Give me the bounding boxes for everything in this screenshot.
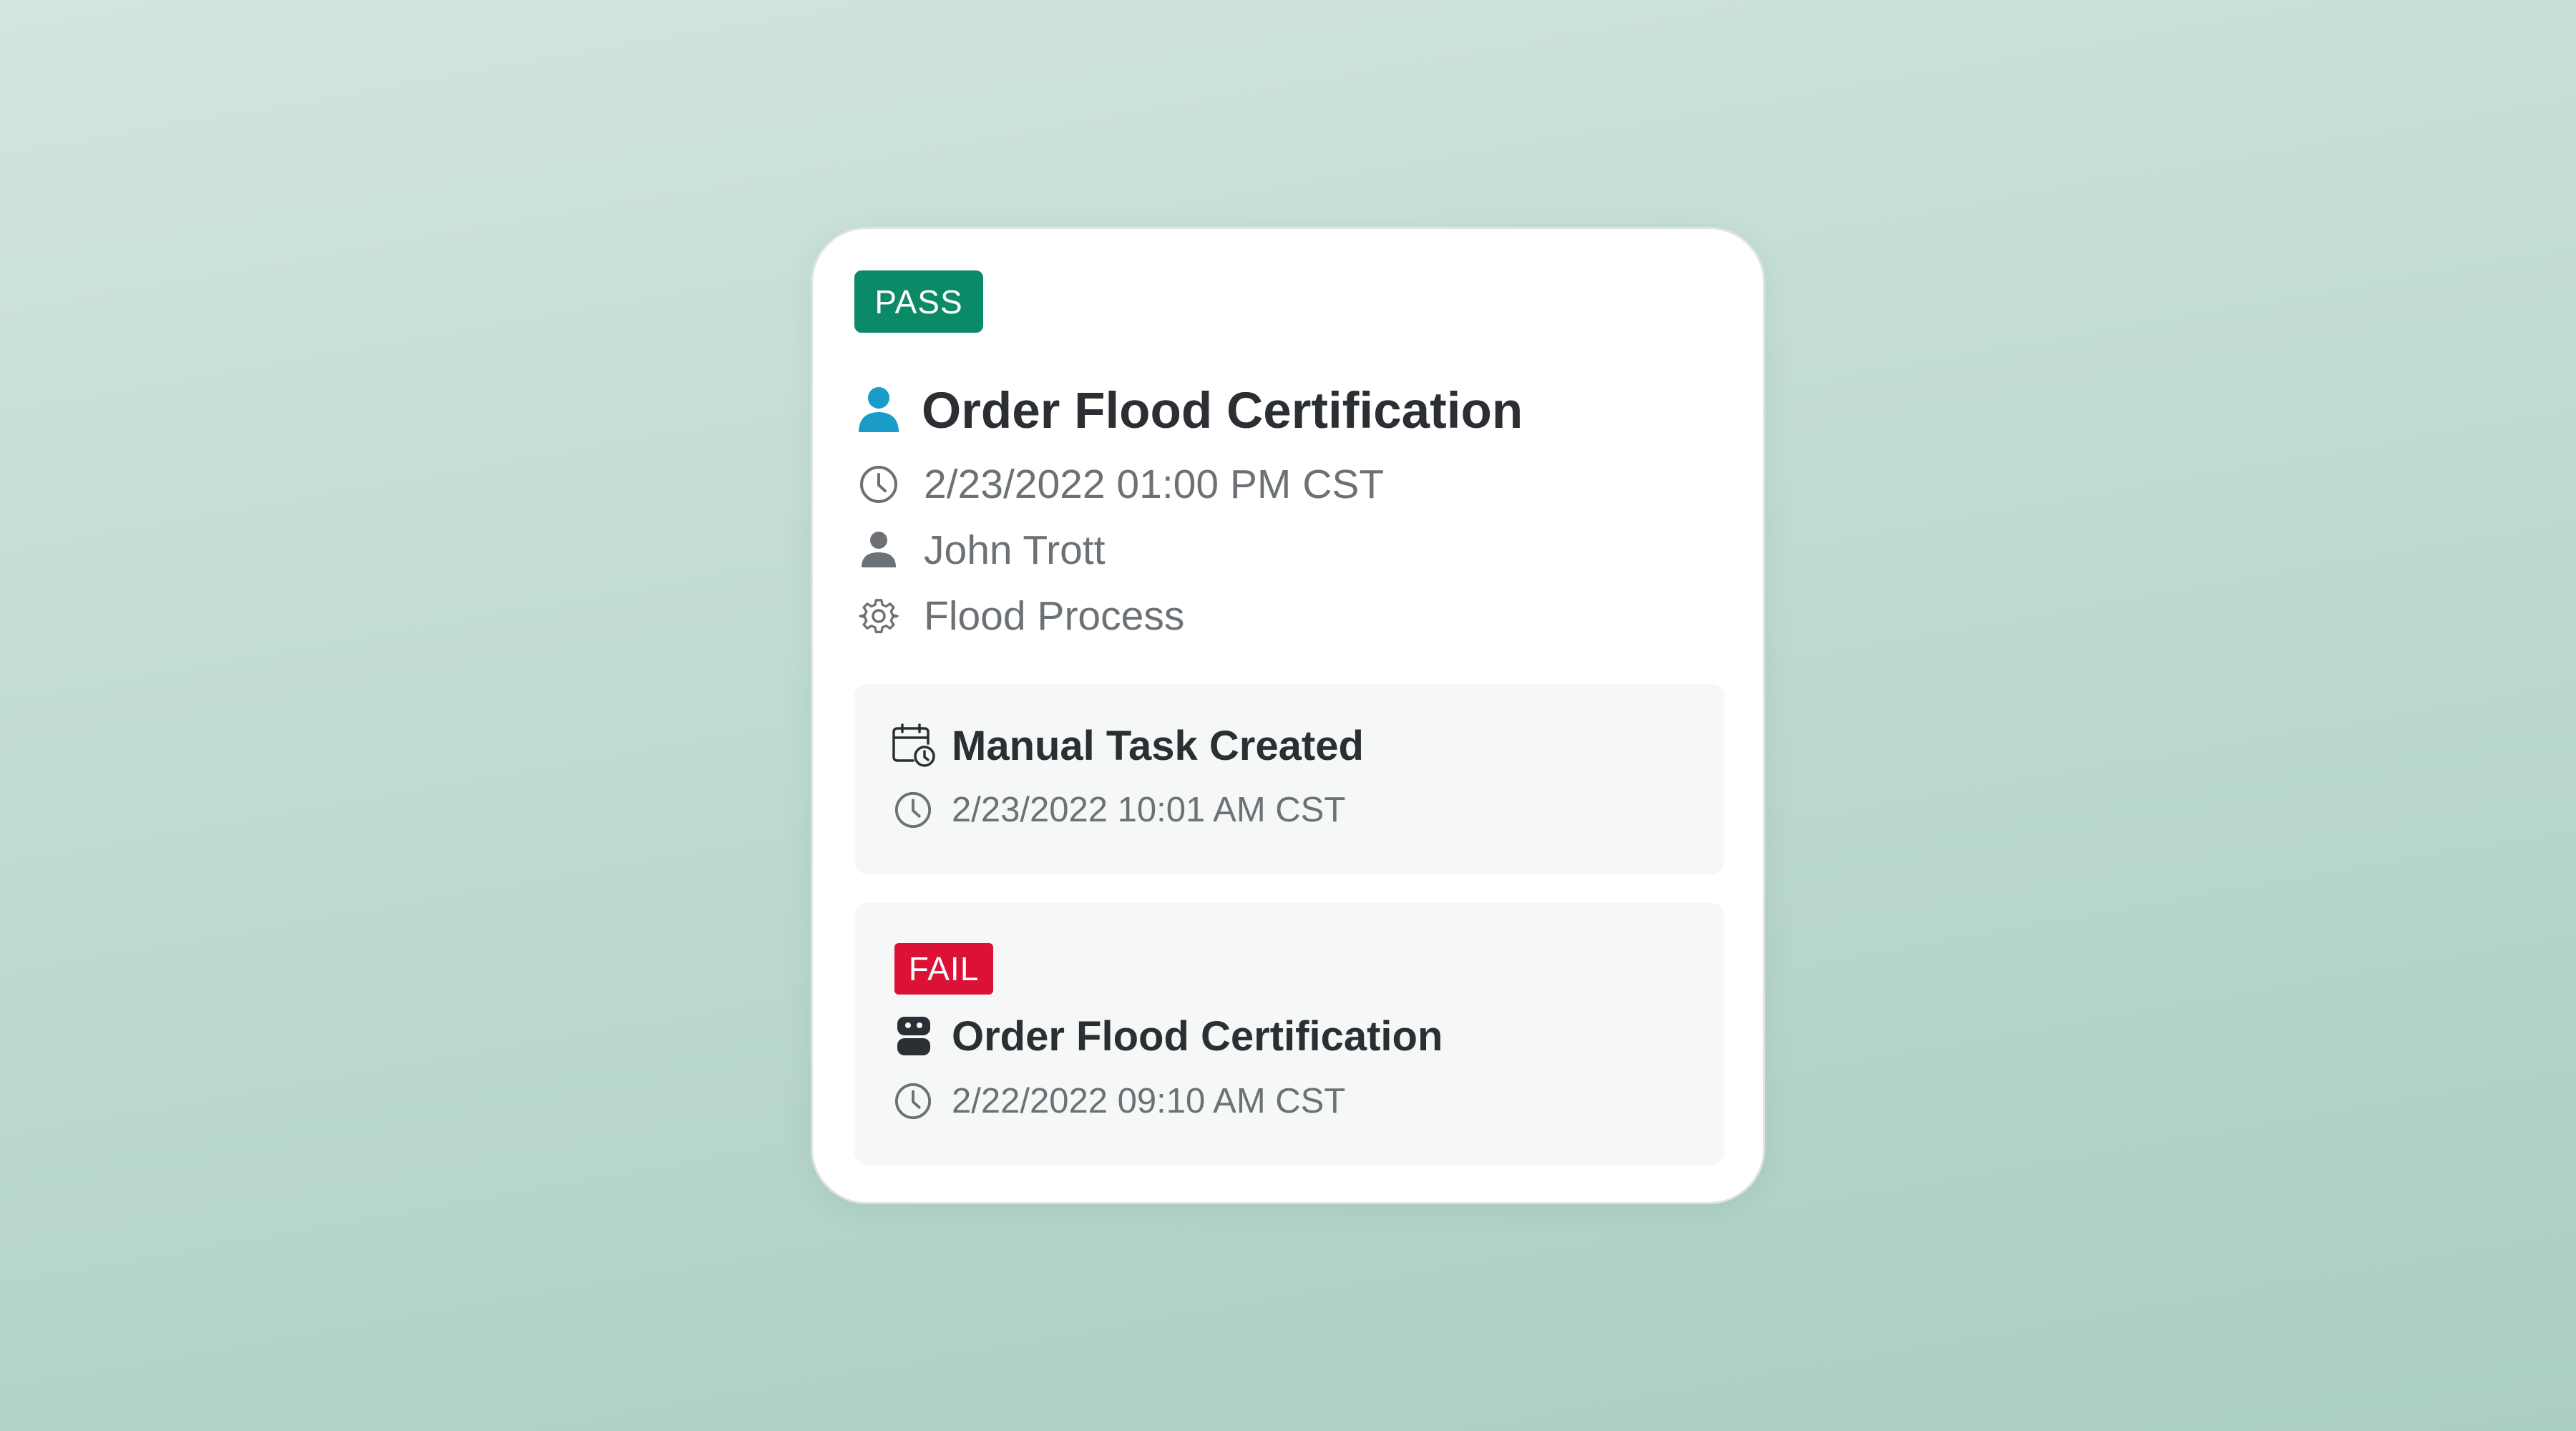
event-title-row: Order Flood Certification [892, 1009, 1443, 1063]
person-icon [857, 529, 900, 572]
event-title: Manual Task Created [952, 722, 1364, 769]
event-card-manual-task[interactable]: Manual Task Created 2/23/2022 10:01 AM C… [854, 684, 1724, 874]
clock-icon [857, 463, 900, 506]
event-card-order-flood[interactable]: FAIL Order Flood Certification 2/22/2022… [854, 903, 1724, 1165]
gear-icon [857, 595, 900, 638]
calendar-clock-icon [892, 722, 936, 769]
event-datetime: 2/22/2022 09:10 AM CST [952, 1082, 1346, 1120]
event-datetime: 2/23/2022 10:01 AM CST [952, 791, 1346, 829]
task-process: Flood Process [924, 593, 1185, 639]
event-datetime-row: 2/22/2022 09:10 AM CST [892, 1078, 1345, 1124]
robot-icon [892, 1012, 936, 1060]
task-datetime-row: 2/23/2022 01:00 PM CST [857, 459, 1384, 509]
status-badge-fail: FAIL [894, 943, 993, 995]
task-datetime: 2/23/2022 01:00 PM CST [924, 461, 1385, 507]
event-title-row: Manual Task Created [892, 718, 1364, 773]
status-badge-pass: PASS [854, 270, 983, 333]
task-title-row: Order Flood Certification [857, 378, 1523, 444]
task-process-row: Flood Process [857, 591, 1184, 641]
task-assignee: John Trott [924, 527, 1106, 573]
clock-icon [892, 788, 935, 831]
event-datetime-row: 2/23/2022 10:01 AM CST [892, 787, 1345, 833]
clock-icon [892, 1080, 935, 1123]
task-assignee-row: John Trott [857, 525, 1105, 575]
task-title: Order Flood Certification [922, 382, 1523, 439]
event-title: Order Flood Certification [952, 1012, 1443, 1060]
user-icon [857, 385, 900, 436]
task-card: PASS Order Flood Certification 2/23/2022… [811, 227, 1765, 1204]
